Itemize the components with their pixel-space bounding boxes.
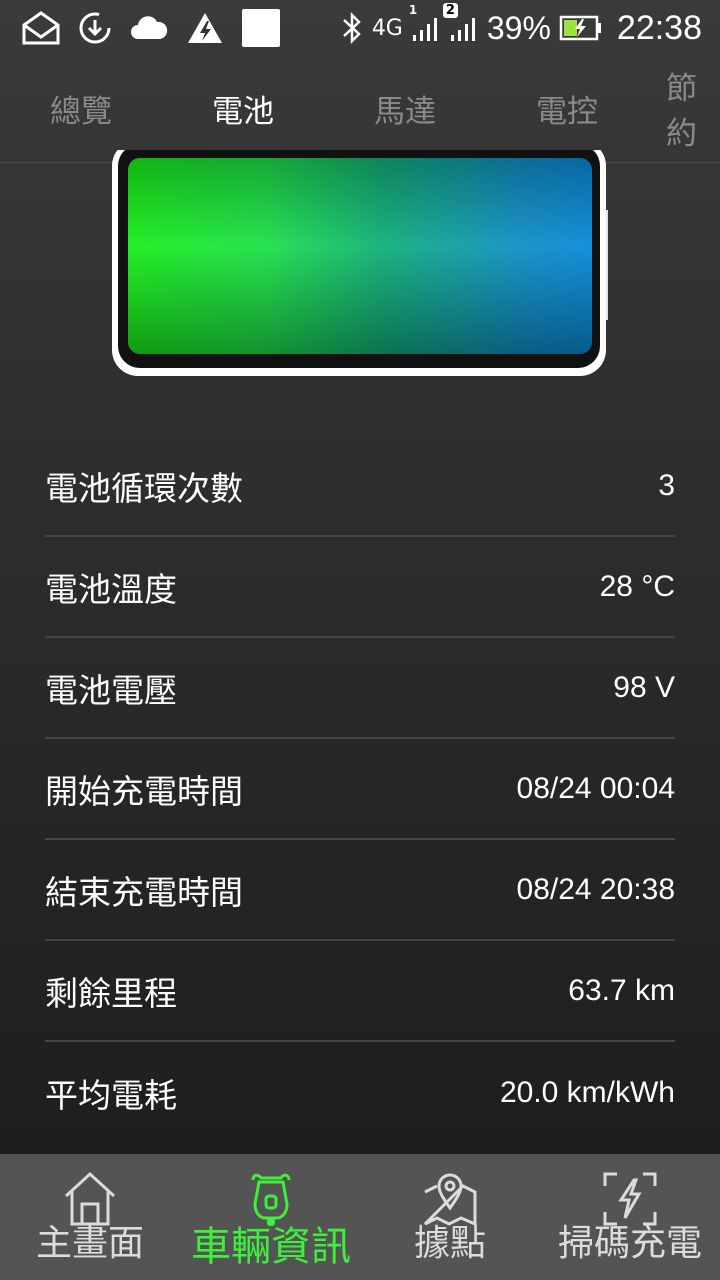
- cloud-icon: [130, 15, 168, 41]
- nav-label: 主畫面: [35, 1223, 144, 1264]
- network-type: 4G: [371, 15, 403, 41]
- battery-fill: [128, 158, 592, 354]
- tab-overview[interactable]: 總覽: [0, 56, 162, 160]
- info-row-voltage: 電池電壓 98 V: [45, 638, 675, 739]
- app-screen: 4G 1 2 39% 22:38 總覽 電池 馬達 電控 節約 電池循環次數 3…: [0, 0, 720, 1280]
- nav-label: 車輛資訊: [191, 1224, 351, 1270]
- warning-bolt-icon: [186, 11, 224, 45]
- info-label: 電池循環次數: [45, 468, 243, 508]
- nav-locations[interactable]: 據點: [400, 1154, 500, 1280]
- bottom-navigation: 主畫面 車輛資訊 據點 掃碼充電: [0, 1154, 720, 1280]
- sim1-badge: 1: [408, 3, 418, 17]
- info-label: 電池溫度: [45, 569, 177, 609]
- info-value: 20.0 km/kWh: [499, 1075, 675, 1109]
- nav-label: 掃碼充電: [557, 1223, 702, 1264]
- info-value: 28 °C: [599, 569, 675, 603]
- tab-saving[interactable]: 節約: [648, 56, 720, 160]
- info-label: 剩餘里程: [45, 973, 177, 1013]
- battery-body: [112, 150, 606, 376]
- status-bar: 4G 1 2 39% 22:38: [0, 0, 720, 56]
- tab-controller[interactable]: 電控: [486, 56, 648, 160]
- battery-inner: [118, 150, 600, 368]
- info-value: 3: [658, 468, 675, 502]
- info-value: 08/24 20:38: [516, 872, 675, 906]
- battery-terminal: [606, 210, 608, 320]
- battery-percent: 39%: [486, 9, 551, 46]
- clock: 22:38: [616, 8, 702, 47]
- signal-sim2-icon: 2: [442, 3, 479, 43]
- signal-sim1-icon: 1: [409, 3, 441, 43]
- nav-label: 據點: [413, 1223, 486, 1264]
- info-value: 98 V: [613, 670, 675, 704]
- mail-icon: [22, 11, 60, 45]
- info-label: 平均電耗: [45, 1075, 177, 1115]
- notification-square-icon: [242, 9, 280, 47]
- nav-home[interactable]: 主畫面: [20, 1154, 160, 1280]
- info-row-charge-end: 結束充電時間 08/24 20:38: [45, 840, 675, 941]
- nav-scan-charge[interactable]: 掃碼充電: [555, 1154, 705, 1280]
- info-row-cycle-count: 電池循環次數 3: [45, 436, 675, 537]
- battery-info-list: 電池循環次數 3 電池溫度 28 °C 電池電壓 98 V 開始充電時間 08/…: [45, 436, 675, 1143]
- battery-level-graphic: [112, 150, 608, 378]
- info-row-charge-start: 開始充電時間 08/24 00:04: [45, 739, 675, 840]
- tab-motor[interactable]: 馬達: [324, 56, 486, 160]
- info-row-avg-consumption: 平均電耗 20.0 km/kWh: [45, 1042, 675, 1143]
- info-label: 開始充電時間: [45, 771, 243, 811]
- info-label: 結束充電時間: [45, 872, 243, 912]
- bluetooth-icon: [340, 11, 364, 45]
- tab-battery[interactable]: 電池: [162, 56, 324, 160]
- info-row-remaining-range: 剩餘里程 63.7 km: [45, 941, 675, 1042]
- nav-vehicle-info[interactable]: 車輛資訊: [185, 1154, 357, 1280]
- info-row-temperature: 電池溫度 28 °C: [45, 537, 675, 638]
- info-value: 63.7 km: [568, 973, 675, 1007]
- download-icon: [78, 11, 112, 45]
- tab-bar: 總覽 電池 馬達 電控 節約: [0, 56, 720, 163]
- info-value: 08/24 00:04: [516, 771, 675, 805]
- info-label: 電池電壓: [45, 670, 177, 710]
- sim2-badge: 2: [442, 3, 458, 18]
- battery-charging-icon: [559, 14, 603, 42]
